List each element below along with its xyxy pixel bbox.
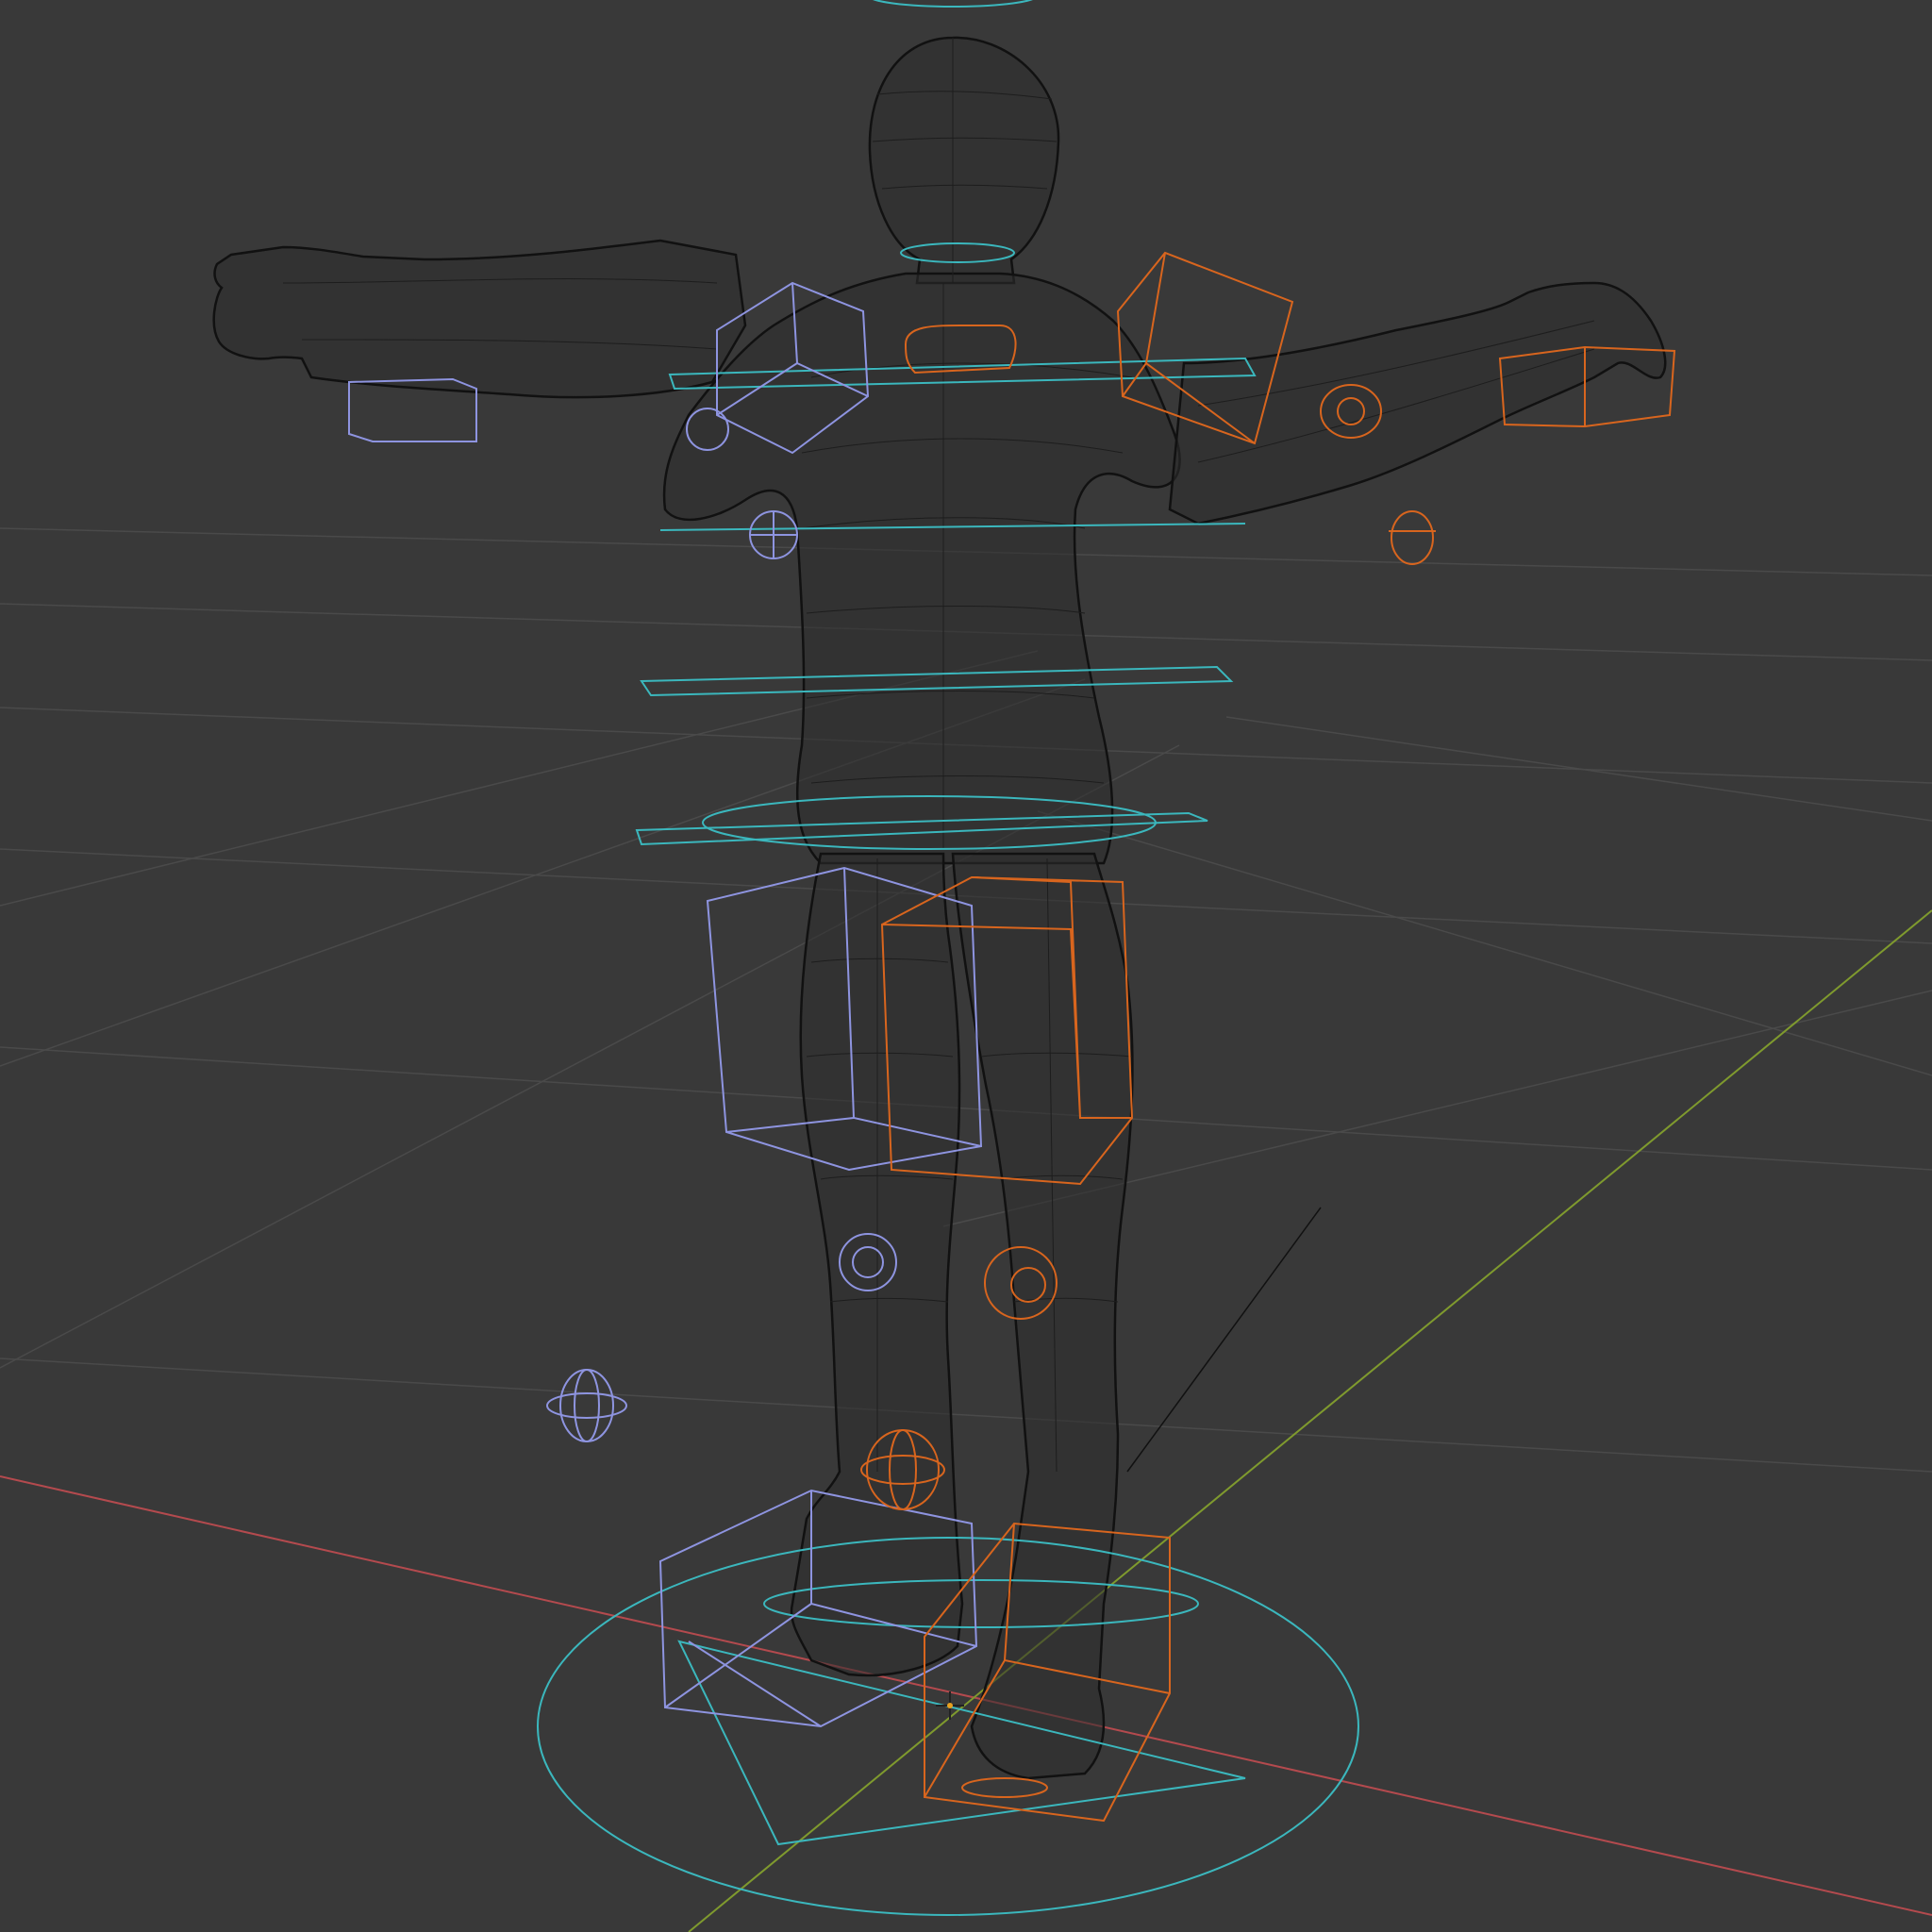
empty-object-line — [1126, 1207, 1322, 1473]
3d-viewport[interactable] — [0, 0, 1932, 1932]
right-arm-pole-icon[interactable] — [1389, 510, 1436, 565]
left-foot-pole-icon[interactable] — [546, 1369, 627, 1442]
x-axis-line — [0, 1475, 1932, 1916]
right-foot-base-ring[interactable] — [961, 1777, 1048, 1798]
viewport-canvas[interactable] — [0, 0, 1932, 1932]
head-top-control[interactable] — [868, 0, 1038, 8]
mesh-head[interactable] — [868, 36, 1060, 285]
origin-cross-icon — [936, 1691, 964, 1720]
mesh-right-leg[interactable] — [951, 852, 1134, 1780]
mesh-left-arm[interactable] — [212, 239, 747, 399]
root-triangle-control[interactable] — [677, 1640, 1246, 1846]
